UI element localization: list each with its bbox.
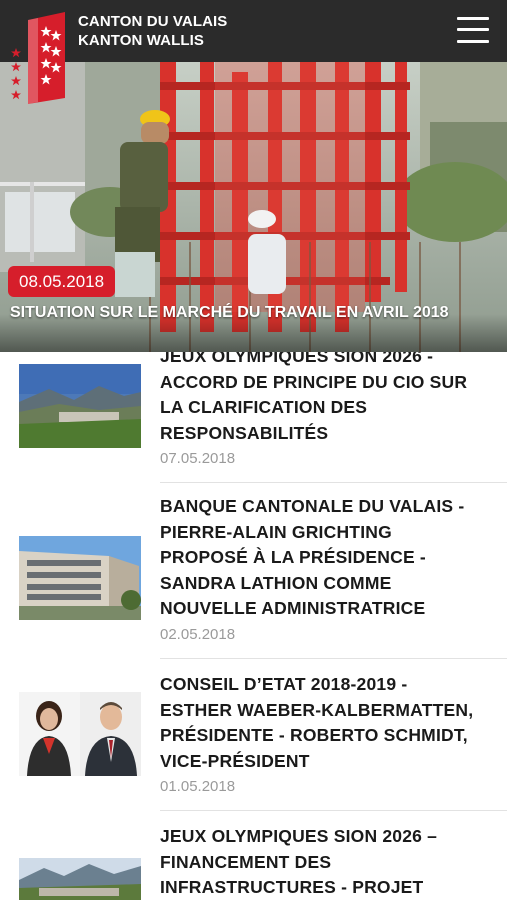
app-header: CANTON DU VALAIS KANTON WALLIS	[0, 0, 507, 62]
hamburger-menu-icon[interactable]	[457, 15, 489, 45]
valais-flag-logo[interactable]	[10, 6, 68, 104]
news-date: 01.05.2018	[160, 778, 236, 795]
news-title-line: SANDRA LATHION COMME	[160, 572, 392, 593]
news-title-line: BANQUE CANTONALE DU VALAIS -	[160, 496, 465, 516]
list-item[interactable]: BANQUE CANTONALE DU VALAIS - PIERRE-ALAI…	[0, 494, 507, 644]
divider	[160, 482, 507, 483]
list-item[interactable]: JEUX OLYMPIQUES SION 2026 - ACCORD DE PR…	[0, 352, 507, 470]
two-portraits-photo	[19, 692, 141, 776]
news-title-line: JEUX OLYMPIQUES SION 2026 -	[160, 352, 434, 366]
news-title-line: PRÉSIDENTE - ROBERTO SCHMIDT,	[160, 725, 468, 745]
brand-name[interactable]: CANTON DU VALAIS KANTON WALLIS	[78, 12, 227, 50]
news-list: JEUX OLYMPIQUES SION 2026 - ACCORD DE PR…	[0, 352, 507, 900]
news-title-line: PIERRE-ALAIN GRICHTING	[160, 521, 392, 542]
news-title-line: VICE-PRÉSIDENT	[160, 750, 310, 771]
news-title-line: ESTHER WAEBER-KALBERMATTEN,	[160, 699, 474, 720]
list-item[interactable]: JEUX OLYMPIQUES SION 2026 – FINANCEMENT …	[0, 824, 507, 900]
mountain-town-photo	[19, 858, 141, 900]
bank-building-photo	[19, 536, 141, 620]
hero-title[interactable]: SITUATION SUR LE MARCHÉ DU TRAVAIL EN AV…	[10, 303, 500, 323]
news-title-line: FINANCEMENT DES	[160, 851, 332, 872]
brand-line-2: KANTON WALLIS	[78, 32, 205, 49]
brand-line-1: CANTON DU VALAIS	[78, 13, 228, 30]
news-title-line: JEUX OLYMPIQUES SION 2026 –	[160, 826, 438, 846]
news-title-line: CONSEIL D’ETAT 2018-2019 -	[160, 674, 408, 694]
news-date: 02.05.2018	[160, 626, 236, 643]
list-item[interactable]: CONSEIL D’ETAT 2018-2019 - ESTHER WAEBER…	[0, 672, 507, 798]
news-title-line: INFRASTRUCTURES - PROJET	[160, 877, 424, 897]
news-title-line: ACCORD DE PRINCIPE DU CIO SUR	[160, 371, 468, 392]
news-date: 07.05.2018	[160, 450, 236, 467]
divider	[160, 810, 507, 811]
news-title-line: LA CLARIFICATION DES	[160, 397, 368, 417]
sion-valley-photo	[19, 364, 141, 448]
news-title-line: RESPONSABILITÉS	[160, 422, 329, 443]
divider	[160, 658, 507, 659]
news-title-line: NOUVELLE ADMINISTRATRICE	[160, 598, 426, 618]
news-title-line: PROPOSÉ À LA PRÉSIDENCE -	[160, 547, 426, 567]
hero-date-badge: 08.05.2018	[8, 266, 116, 297]
